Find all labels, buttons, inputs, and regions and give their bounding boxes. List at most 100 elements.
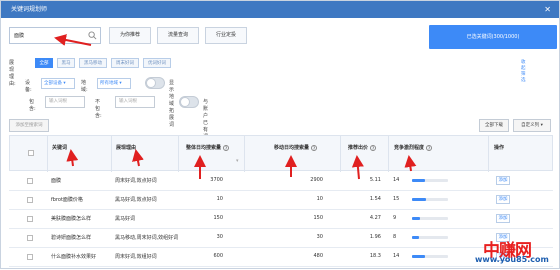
region-select[interactable]: 所有地域 ▾ [97,78,131,89]
collapse-filters-link[interactable]: 收起筛选 [521,59,526,83]
watermark-url: www.you85.com [475,255,549,264]
header-total-search-label: 整体日均搜索量 [186,145,222,151]
close-icon[interactable]: ✕ [544,1,551,18]
row-checkbox[interactable] [27,254,33,260]
window-title: 关键词规划师 [11,6,48,13]
cell-reason: 周末好词,效组好词 [115,254,157,260]
column-divider [388,136,389,172]
device-value: 全部设备 [44,81,62,86]
chip-good-words[interactable]: 优词好词 [143,58,171,68]
column-divider [47,136,48,172]
competition-bar [412,236,448,239]
region-label: 地域: [81,80,88,93]
cell-bid: 18.3 [369,253,381,259]
device-select[interactable]: 全部设备 ▾ [41,78,75,89]
competition-bar-fill [412,198,426,201]
toggle-knob [146,78,156,88]
header-total-search[interactable]: 整体日均搜索量? [186,144,230,151]
cell-mobile-search: 2900 [310,177,323,183]
region-expand-toggle[interactable] [145,77,165,89]
select-all-checkbox[interactable] [28,150,34,156]
add-keyword-button[interactable]: 添加 [496,176,510,185]
sort-icon[interactable]: ▾ [236,158,239,164]
header-competition[interactable]: 竞争激烈程度? [394,144,433,151]
download-all-button[interactable]: 全部下载 [479,119,509,132]
exclude-input[interactable]: 输入词根 [115,96,155,108]
row-checkbox[interactable] [27,216,33,222]
selected-keywords-button[interactable]: 已选关键词(300/1000) [429,25,557,49]
column-divider [488,136,489,172]
include-input[interactable]: 输入词根 [45,96,85,108]
cell-reason: 周末好词,效点好词 [115,178,157,184]
dedupe-toggle[interactable] [179,96,199,108]
tab-industry[interactable]: 行业定投 [205,27,247,44]
table-row: 面膜 周末好词,效点好词 3700 2900 5.11 14 添加 [9,172,553,191]
row-checkbox[interactable] [27,178,33,184]
cell-reason: 黑马好词 [115,216,136,222]
help-icon[interactable]: ? [426,144,433,151]
header-reason[interactable]: 展现理由 [116,144,136,151]
column-divider [178,136,179,172]
cell-bid: 1.54 [369,196,381,202]
custom-columns-label: 自定义列 [521,123,540,128]
add-to-search-button[interactable]: 添加至搜索词 [9,119,49,132]
table-row: fbrot面膜价格 黑马好词,效点好词 10 10 1.54 15 添加 [9,191,553,210]
header-mobile-search[interactable]: 移动日均搜索量? [274,144,318,151]
tab-recommend[interactable]: 为你推荐 [109,27,151,44]
tab-traffic-query[interactable]: 流量查询 [157,27,199,44]
help-icon[interactable]: ? [311,144,318,151]
header-keyword[interactable]: 关键词 [52,144,67,151]
cell-competition: 14 [393,177,400,183]
cell-competition: 9 [393,215,397,221]
include-label: 包含: [29,99,36,112]
competition-bar-fill [412,255,425,258]
cell-total-search: 600 [213,253,223,259]
table-toolbar: 添加至搜索词 全部下载 自定义列 ▾ [9,119,553,133]
add-keyword-button[interactable]: 添加 [496,195,510,204]
header-action: 操作 [494,145,505,151]
column-divider [244,136,245,172]
column-divider [340,136,341,172]
add-keyword-button[interactable]: 添加 [496,214,510,223]
competition-bar-fill [412,179,425,182]
cell-total-search: 30 [216,234,223,240]
cell-mobile-search: 10 [316,196,323,202]
table-row: 美肤膜面膜怎么样 黑马好词 150 150 4.27 9 添加 [9,210,553,229]
reason-label: 展现理由: [9,60,16,87]
cell-keyword: fbrot面膜价格 [51,197,83,203]
device-label: 设备: [25,80,32,93]
table-header: 关键词 展现理由 整体日均搜索量? ▾ 移动日均搜索量? 推荐出价? 竞争激烈程… [9,135,553,172]
chip-dark-horse-mobile[interactable]: 黑马移动 [79,58,107,68]
header-mobile-search-label: 移动日均搜索量 [274,145,310,151]
region-value: 所有地域 [100,81,118,86]
competition-bar [412,217,448,220]
cell-total-search: 3700 [210,177,223,183]
table-row: 什么面膜补水效果好 周末好词,效组好词 600 480 18.3 14 添加 [9,248,553,267]
cell-keyword: 什么面膜补水效果好 [51,254,97,260]
chip-dark-horse[interactable]: 黑马 [57,58,75,68]
cell-bid: 1.96 [369,234,381,240]
competition-bar [412,255,448,258]
search-value: 面膜 [14,33,25,39]
header-competition-label: 竞争激烈程度 [394,145,425,151]
column-divider [111,136,112,172]
custom-columns-button[interactable]: 自定义列 ▾ [513,119,551,132]
competition-bar-fill [412,236,420,239]
help-icon[interactable]: ? [223,144,230,151]
competition-bar-fill [412,217,420,220]
row-checkbox[interactable] [27,235,33,241]
keyword-search-input[interactable]: 面膜 [9,27,101,44]
keyword-planner-window: 关键词规划师 ✕ 面膜 为你推荐 流量查询 行业定投 已选关键词(300/100… [0,0,560,269]
cell-competition: 15 [393,196,400,202]
cell-keyword: 面膜 [51,178,62,184]
chip-weekend[interactable]: 周末好词 [111,58,139,68]
cell-mobile-search: 30 [316,234,323,240]
cell-total-search: 10 [216,196,223,202]
exclude-label: 不包含: [95,99,102,119]
header-bid[interactable]: 推荐出价? [348,144,377,151]
row-checkbox[interactable] [27,197,33,203]
cell-keyword: 美肤膜面膜怎么样 [51,216,92,222]
search-icon[interactable] [88,31,97,40]
chip-all[interactable]: 全部 [35,58,53,68]
help-icon[interactable]: ? [370,144,377,151]
